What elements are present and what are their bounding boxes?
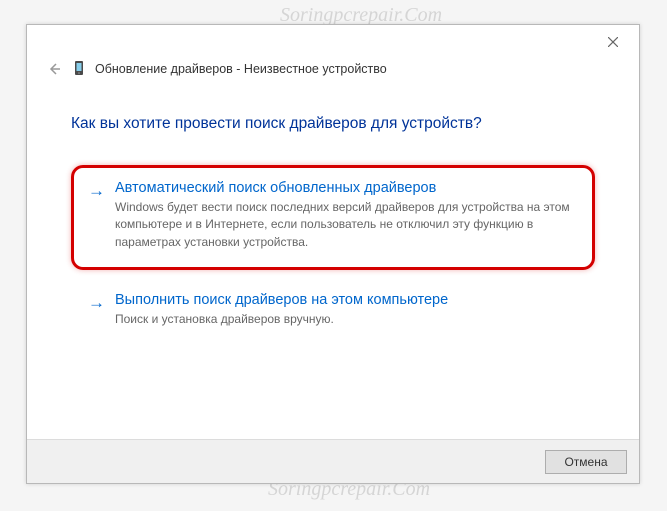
option-title: Автоматический поиск обновленных драйвер… xyxy=(115,180,578,196)
main-heading: Как вы хотите провести поиск драйверов д… xyxy=(71,115,595,133)
option-body: Автоматический поиск обновленных драйвер… xyxy=(115,180,578,251)
close-button[interactable] xyxy=(591,27,635,57)
titlebar xyxy=(27,25,639,59)
arrow-right-icon: → xyxy=(88,292,105,328)
device-icon xyxy=(71,59,87,79)
dialog-footer: Отмена xyxy=(27,439,639,483)
arrow-right-icon: → xyxy=(88,180,105,251)
back-button[interactable] xyxy=(45,60,63,78)
close-icon xyxy=(608,37,618,47)
cancel-button[interactable]: Отмена xyxy=(545,450,627,474)
option-description: Windows будет вести поиск последних верс… xyxy=(115,199,578,251)
dialog-content: Как вы хотите провести поиск драйверов д… xyxy=(27,93,639,439)
dialog-header: Обновление драйверов - Неизвестное устро… xyxy=(27,59,639,93)
back-arrow-icon xyxy=(47,62,61,76)
option-body: Выполнить поиск драйверов на этом компью… xyxy=(115,292,578,328)
highlighted-option-frame: → Автоматический поиск обновленных драйв… xyxy=(71,165,595,270)
option-manual-search[interactable]: → Выполнить поиск драйверов на этом комп… xyxy=(71,292,595,328)
option-auto-search[interactable]: → Автоматический поиск обновленных драйв… xyxy=(88,180,578,251)
driver-update-dialog: Обновление драйверов - Неизвестное устро… xyxy=(26,24,640,484)
option-description: Поиск и установка драйверов вручную. xyxy=(115,311,578,328)
option-title: Выполнить поиск драйверов на этом компью… xyxy=(115,292,578,308)
dialog-title: Обновление драйверов - Неизвестное устро… xyxy=(95,62,387,76)
